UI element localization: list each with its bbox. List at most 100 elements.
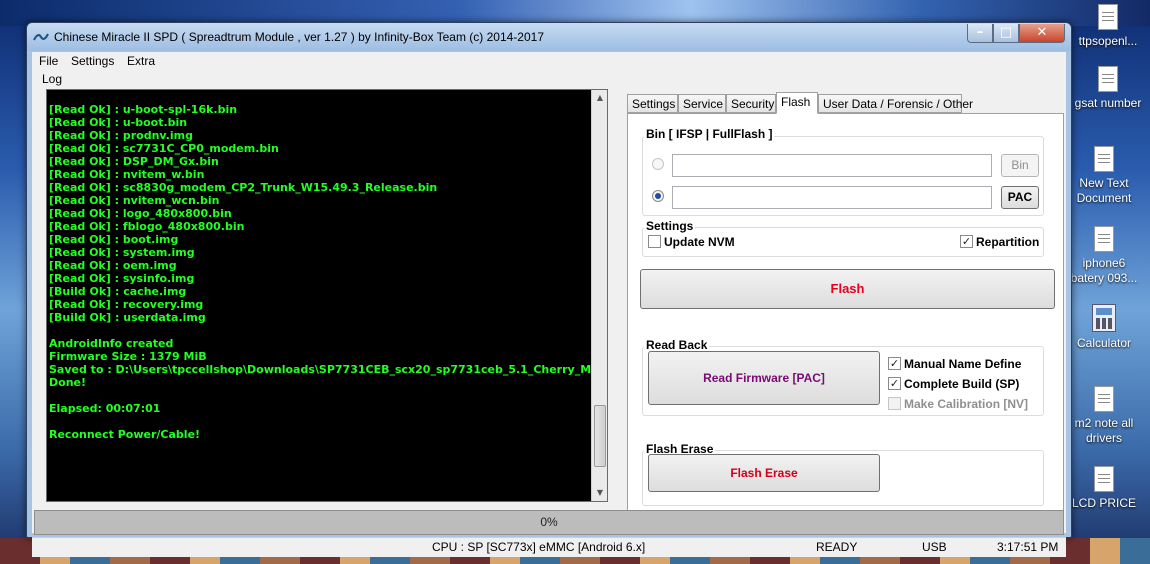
flash-button-label: Flash: [830, 281, 865, 296]
log-line: [Read Ok] : fblogo_480x800.bin: [49, 220, 245, 233]
make-calibration-label: Make Calibration [NV]: [904, 397, 1029, 411]
document-icon: [1098, 4, 1118, 30]
maximize-icon: □: [999, 25, 1013, 40]
status-state: READY: [816, 540, 858, 554]
desktop-icon-gsat-number[interactable]: gsat number: [1066, 66, 1150, 111]
minimize-button[interactable]: –: [967, 24, 993, 43]
log-line: Reconnect Power/Cable!: [49, 428, 201, 441]
scroll-down-icon[interactable]: ▼: [592, 485, 607, 501]
complete-build-label: Complete Build (SP): [904, 377, 1020, 391]
log-line: [Read Ok] : recovery.img: [49, 298, 204, 311]
update-nvm-checkbox[interactable]: [648, 235, 661, 248]
desktop-icon-new-text-document[interactable]: New Text Document: [1066, 146, 1142, 206]
log-line: [Build Ok] : cache.img: [49, 285, 187, 298]
log-line: [Read Ok] : prodnv.img: [49, 129, 193, 142]
menu-settings[interactable]: Settings: [71, 54, 114, 68]
desktop-icon-label: gsat number: [1074, 96, 1142, 110]
log-line: [Read Ok] : nvitem_w.bin: [49, 168, 205, 181]
flash-button[interactable]: Flash: [640, 269, 1055, 309]
status-time: 3:17:51 PM: [997, 540, 1059, 554]
desktop-icon-label: iphone6 batery 093...: [1070, 256, 1138, 285]
document-icon: [1094, 386, 1114, 412]
main-window: Chinese Miracle II SPD ( Spreadtrum Modu…: [26, 22, 1072, 557]
manual-name-checkbox[interactable]: ✓: [888, 357, 901, 370]
log-line: Elapsed: 00:07:01: [49, 402, 161, 415]
progress-text: 0%: [540, 515, 558, 529]
window-title: Chinese Miracle II SPD ( Spreadtrum Modu…: [54, 30, 544, 44]
flash-erase-button[interactable]: Flash Erase: [648, 454, 880, 492]
menu-file[interactable]: File: [39, 54, 58, 68]
window-client-area: File Settings Extra Log [Read Ok] : u-bo…: [32, 52, 1066, 557]
close-button[interactable]: ✕: [1019, 24, 1065, 43]
make-calibration-checkbox[interactable]: [888, 397, 901, 410]
desktop-icon-label: New Text Document: [1076, 176, 1132, 205]
status-port: USB: [922, 540, 947, 554]
tab-flash[interactable]: Flash: [776, 92, 818, 114]
scrollbar-thumb[interactable]: [594, 405, 606, 467]
read-firmware-button-label: Read Firmware [PAC]: [703, 371, 825, 385]
tab-security[interactable]: Security: [726, 94, 776, 113]
desktop-icon-label: Calculator: [1076, 336, 1132, 350]
log-line: [Read Ok] : system.img: [49, 246, 195, 259]
read-back-group-title: Read Back: [644, 338, 710, 352]
flash-tab-panel: Bin [ IFSP | FullFlash ] Bin PAC Setting…: [627, 113, 1064, 511]
pac-path-field[interactable]: [672, 186, 992, 209]
flash-erase-button-label: Flash Erase: [730, 466, 798, 480]
log-line: [Read Ok] : u-boot-spl-16k.bin: [49, 103, 238, 116]
log-line: [Read Ok] : sc8830g_modem_CP2_Trunk_W15.…: [49, 181, 438, 194]
pac-radio[interactable]: [652, 190, 664, 202]
log-line: [Read Ok] : nvitem_wcn.bin: [49, 194, 220, 207]
tab-user-data-forensic-other[interactable]: User Data / Forensic / Other: [818, 94, 973, 113]
maximize-button[interactable]: □: [993, 24, 1019, 43]
log-line: [Read Ok] : logo_480x800.bin: [49, 207, 232, 220]
desktop-icon-m2-note-drivers[interactable]: m2 note all drivers: [1066, 386, 1142, 446]
bin-group-title: Bin [ IFSP | FullFlash ]: [644, 127, 775, 141]
read-firmware-button[interactable]: Read Firmware [PAC]: [648, 351, 880, 405]
document-icon: [1098, 66, 1118, 92]
desktop-icon-lcd-price[interactable]: LCD PRICE: [1066, 466, 1142, 511]
log-line: [Read Ok] : sysinfo.img: [49, 272, 195, 285]
log-panel[interactable]: [Read Ok] : u-boot-spl-16k.bin [Read Ok] …: [46, 89, 608, 502]
progress-bar: 0%: [34, 510, 1064, 535]
repartition-checkbox[interactable]: ✓: [960, 235, 973, 248]
bin-path-field[interactable]: [672, 154, 992, 177]
log-line: [Read Ok] : oem.img: [49, 259, 177, 272]
desktop-icon-iphone6-batery[interactable]: iphone6 batery 093...: [1066, 226, 1142, 286]
bin-button[interactable]: Bin: [1001, 154, 1039, 177]
desktop-icon-label: ttpsopenl...: [1078, 34, 1138, 48]
document-icon: [1094, 146, 1114, 172]
log-line: Saved to : D:\Users\tpccellshop\Download…: [49, 363, 594, 376]
close-icon: ✕: [1036, 25, 1048, 40]
log-scrollbar[interactable]: ▲ ▼: [591, 90, 607, 501]
desktop-icon-label: LCD PRICE: [1071, 496, 1136, 510]
menu-bar: File Settings Extra: [32, 52, 1066, 71]
settings-group-title: Settings: [644, 219, 696, 233]
menu-extra[interactable]: Extra: [127, 54, 155, 68]
repartition-label: Repartition: [976, 235, 1040, 249]
complete-build-check-icon: ✓: [889, 377, 900, 390]
desktop-icon-calculator[interactable]: Calculator: [1066, 304, 1142, 351]
repartition-check-icon: ✓: [961, 235, 972, 248]
tab-service[interactable]: Service: [678, 94, 726, 113]
desktop-icon-ttpsopenl[interactable]: ttpsopenl...: [1066, 4, 1150, 49]
log-line: [Read Ok] : sc7731C_CP0_modem.bin: [49, 142, 279, 155]
pac-button[interactable]: PAC: [1001, 186, 1039, 209]
bin-radio[interactable]: [652, 158, 664, 170]
log-line: [Read Ok] : DSP_DM_Gx.bin: [49, 155, 219, 168]
log-line: [Read Ok] : u-boot.bin: [49, 116, 188, 129]
status-bar: CPU : SP [SC773x] eMMC [Android 6.x] REA…: [32, 537, 1066, 557]
scroll-up-icon[interactable]: ▲: [592, 90, 607, 106]
log-line: Done!: [49, 376, 86, 389]
update-nvm-label: Update NVM: [664, 235, 735, 249]
manual-name-label: Manual Name Define: [904, 357, 1022, 371]
status-cpu: CPU : SP [SC773x] eMMC [Android 6.x]: [432, 540, 646, 554]
complete-build-checkbox[interactable]: ✓: [888, 377, 901, 390]
log-line: [Read Ok] : boot.img: [49, 233, 179, 246]
app-logo-icon: [33, 33, 49, 41]
log-lines: [Read Ok] : u-boot-spl-16k.bin [Read Ok] …: [49, 103, 594, 441]
tab-settings[interactable]: Settings: [627, 94, 678, 113]
log-line: Firmware Size : 1379 MiB: [49, 350, 207, 363]
title-bar[interactable]: Chinese Miracle II SPD ( Spreadtrum Modu…: [27, 23, 1071, 51]
